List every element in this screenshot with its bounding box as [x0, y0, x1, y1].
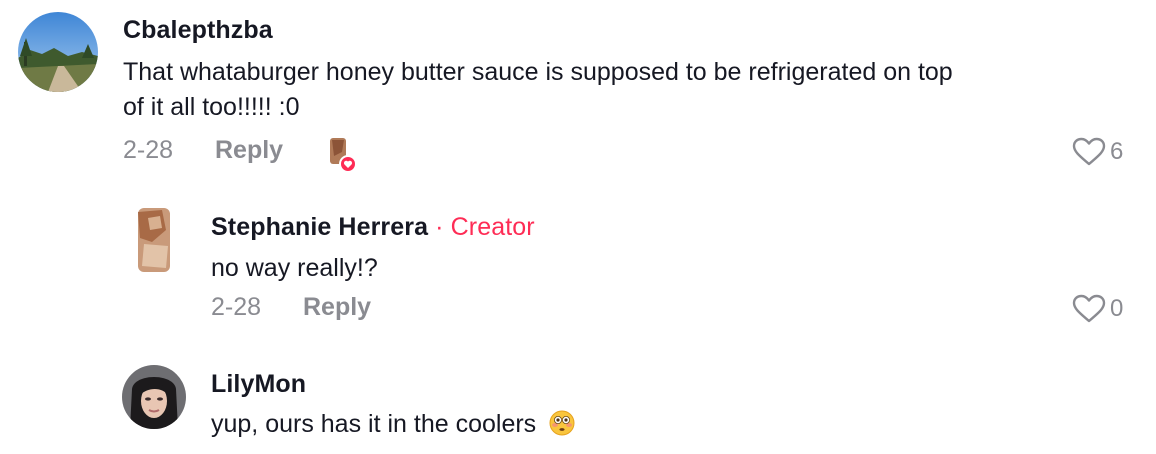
heart-outline-icon — [1072, 137, 1106, 166]
landscape-road-avatar-icon — [18, 12, 98, 92]
comment-username[interactable]: Cbalepthzba — [123, 16, 273, 45]
creator-liked-badge — [328, 136, 357, 173]
avatar[interactable] — [18, 12, 98, 92]
avatar[interactable] — [122, 365, 186, 429]
like-button[interactable]: 6 — [1072, 137, 1123, 167]
like-count: 6 — [1110, 138, 1124, 165]
username-text: Stephanie Herrera — [211, 213, 429, 241]
portrait-avatar-icon — [122, 365, 186, 429]
reply-button[interactable]: Reply — [303, 293, 371, 322]
comment-username[interactable]: LilyMon — [211, 370, 306, 399]
comment-text-content: yup, ours has it in the coolers — [211, 410, 537, 438]
comment-username[interactable]: Stephanie Herrera · Creator — [211, 213, 535, 242]
creator-badge: Creator — [450, 213, 535, 241]
comment-text: no way really!? — [211, 254, 378, 282]
badge-separator: · — [435, 213, 444, 241]
like-button[interactable]: 0 — [1072, 294, 1123, 324]
reply-button[interactable]: Reply — [215, 136, 283, 165]
comment-text-line: of it all too!!!!! :0 — [123, 93, 300, 121]
heart-outline-icon — [1072, 294, 1106, 323]
comment-text: That whataburger honey butter sauce is s… — [123, 55, 953, 125]
comment-date: 2-28 — [123, 136, 174, 164]
portrait-avatar-icon — [122, 208, 186, 272]
like-count: 0 — [1110, 295, 1124, 322]
avatar[interactable] — [122, 208, 186, 272]
comment-text-line: That whataburger honey butter sauce is s… — [123, 58, 953, 86]
flushed-face-emoji-icon — [549, 410, 575, 436]
comment-text: yup, ours has it in the coolers — [211, 407, 575, 442]
creator-liked-icon — [330, 138, 357, 173]
comment-date: 2-28 — [211, 293, 262, 321]
comments-panel: Cbalepthzba That whataburger honey butte… — [0, 0, 1156, 454]
